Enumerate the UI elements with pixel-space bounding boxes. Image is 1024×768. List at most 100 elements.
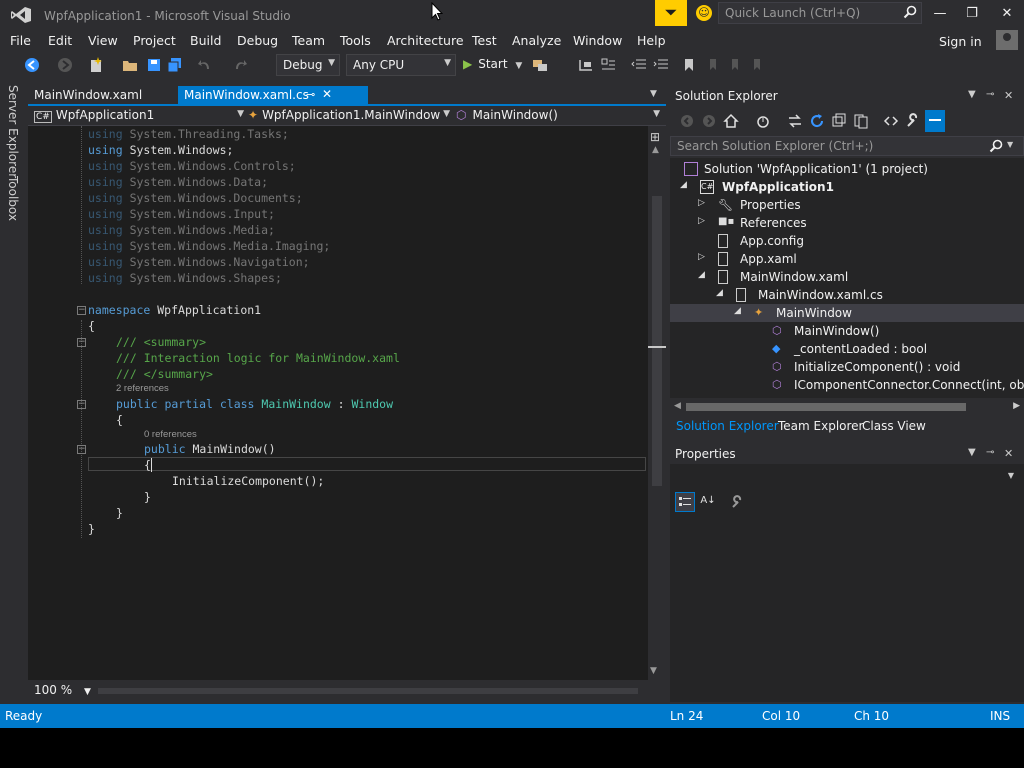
tab-mainwindow-xaml[interactable]: MainWindow.xaml [28, 86, 148, 106]
close-panel-icon[interactable]: ✕ [1004, 89, 1013, 102]
menu-team[interactable]: Team [292, 33, 325, 48]
class-codelens-references[interactable]: 2 references [116, 383, 169, 395]
new-project-icon[interactable] [88, 57, 104, 73]
alphabetical-sort-icon[interactable]: A↓ [698, 492, 718, 512]
menu-window[interactable]: Window [573, 33, 622, 48]
scrollbar-thumb[interactable] [686, 403, 966, 411]
pin-panel-icon[interactable]: ⊸ [986, 89, 994, 100]
tree-item-project[interactable]: ◢ C# WpfApplication1 [670, 178, 1024, 196]
collapse-comment-toggle[interactable]: − [77, 338, 86, 347]
expander-icon[interactable]: ◢ [734, 306, 741, 316]
code-editor[interactable]: using System.Threading.Tasks; using Syst… [28, 126, 648, 680]
navigate-forward-icon[interactable] [57, 57, 73, 73]
tab-list-dropdown-icon[interactable]: ▼ [650, 89, 657, 99]
comment-out-icon[interactable] [600, 57, 616, 73]
member-dropdown[interactable]: ⬡ MainWindow() ▼ [456, 108, 660, 125]
split-editor-icon[interactable]: ⊞ [650, 130, 660, 144]
tab-solution-explorer[interactable]: Solution Explorer [676, 419, 779, 433]
toolbox-tab[interactable]: Toolbox [6, 176, 20, 221]
browser-link-icon[interactable] [532, 57, 548, 73]
tab-team-explorer[interactable]: Team Explorer [778, 419, 864, 433]
properties-wrench-icon[interactable] [904, 112, 922, 130]
collapse-class-toggle[interactable]: − [77, 400, 86, 409]
menu-test[interactable]: Test [472, 33, 497, 48]
tab-class-view[interactable]: Class View [862, 419, 926, 433]
project-dropdown[interactable]: C# WpfApplication1 ▼ [34, 108, 244, 125]
window-position-dropdown-icon[interactable]: ▼ [968, 89, 976, 100]
step-over-icon[interactable] [578, 57, 594, 73]
search-options-dropdown-icon[interactable]: ▼ [1007, 140, 1013, 149]
sign-in-link[interactable]: Sign in [939, 34, 982, 49]
previous-bookmark-icon[interactable] [705, 57, 721, 73]
solution-platform-dropdown[interactable]: Any CPU ▼ [346, 54, 456, 76]
menu-help[interactable]: Help [637, 33, 666, 48]
bookmark-icon[interactable] [681, 57, 697, 73]
menu-edit[interactable]: Edit [48, 33, 72, 48]
scroll-up-arrow-icon[interactable]: ▲ [652, 145, 659, 155]
tree-item-constructor[interactable]: ⬡ MainWindow() [670, 322, 1024, 340]
expander-icon[interactable]: ▷ [698, 198, 705, 208]
collapse-all-icon[interactable] [830, 112, 848, 130]
properties-object-dropdown[interactable]: ▼ [670, 466, 1020, 486]
scroll-right-arrow-icon[interactable]: ▶ [1013, 401, 1020, 411]
sync-with-active-document-icon[interactable] [786, 112, 804, 130]
tree-item-mainwindow-xaml[interactable]: ◢ MainWindow.xaml [670, 268, 1024, 286]
home-icon[interactable] [722, 112, 740, 130]
restore-button[interactable]: ❐ [957, 4, 987, 24]
tree-item-app-config[interactable]: App.config [670, 232, 1024, 250]
view-code-icon[interactable] [882, 112, 900, 130]
close-window-button[interactable]: ✕ [992, 4, 1022, 24]
tree-item-method[interactable]: ⬡ InitializeComponent() : void [670, 358, 1024, 376]
editor-horizontal-scrollbar[interactable] [98, 688, 638, 694]
scroll-down-arrow-icon[interactable]: ▼ [650, 666, 657, 676]
expander-icon[interactable]: ▷ [698, 216, 705, 226]
back-icon[interactable] [678, 112, 696, 130]
menu-analyze[interactable]: Analyze [512, 33, 561, 48]
pin-panel-icon[interactable]: ⊸ [986, 447, 994, 458]
quick-launch-input[interactable]: Quick Launch (Ctrl+Q) [718, 2, 922, 24]
expander-icon[interactable]: ◢ [716, 288, 723, 298]
navigate-back-icon[interactable] [24, 57, 40, 73]
menu-file[interactable]: File [10, 33, 31, 48]
tree-item-mainwindow-xaml-cs[interactable]: ◢ MainWindow.xaml.cs [670, 286, 1024, 304]
scroll-left-arrow-icon[interactable]: ◀ [674, 401, 681, 411]
tree-item-properties[interactable]: ▷ 🔧︎ Properties [670, 196, 1024, 214]
tree-item-field[interactable]: ◆ _contentLoaded : bool [670, 340, 1024, 358]
zoom-level-dropdown[interactable]: 100 % ▼ [34, 683, 91, 697]
expander-icon[interactable]: ◢ [698, 270, 705, 280]
menu-project[interactable]: Project [133, 33, 176, 48]
server-explorer-tab[interactable]: Server Explorer [6, 85, 20, 178]
pin-tab-icon[interactable]: ⊸ [306, 88, 315, 101]
tab-mainwindow-xaml-cs[interactable]: MainWindow.xaml.cs ⊸ ✕ [178, 86, 368, 106]
forward-icon[interactable] [700, 112, 718, 130]
editor-vertical-scrollbar[interactable] [648, 126, 666, 680]
notifications-flag-icon[interactable]: ⏷ [655, 0, 687, 26]
save-all-icon[interactable] [167, 57, 183, 73]
menu-view[interactable]: View [88, 33, 118, 48]
pending-changes-filter-icon[interactable] [754, 112, 772, 130]
undo-icon[interactable] [197, 57, 213, 73]
menu-debug[interactable]: Debug [237, 33, 278, 48]
decrease-indent-icon[interactable] [631, 57, 647, 73]
menu-architecture[interactable]: Architecture [387, 33, 464, 48]
preview-selected-items-button[interactable] [925, 110, 945, 132]
constructor-codelens-references[interactable]: 0 references [144, 429, 197, 441]
refresh-icon[interactable] [808, 112, 826, 130]
next-bookmark-icon[interactable] [727, 57, 743, 73]
tree-item-app-xaml[interactable]: ▷ App.xaml [670, 250, 1024, 268]
close-panel-icon[interactable]: ✕ [1004, 447, 1013, 460]
minimize-button[interactable]: — [925, 4, 955, 24]
open-file-icon[interactable] [122, 57, 138, 73]
redo-icon[interactable] [232, 57, 248, 73]
menu-tools[interactable]: Tools [340, 33, 371, 48]
clear-bookmarks-icon[interactable] [749, 57, 765, 73]
show-all-files-icon[interactable] [852, 112, 870, 130]
tree-item-mainwindow-class[interactable]: ◢ ✦ MainWindow [670, 304, 1024, 322]
account-avatar-icon[interactable] [996, 30, 1018, 50]
start-debugging-button[interactable]: ▶ Start ▼ [463, 57, 522, 71]
tree-item-references[interactable]: ▷ ■▪ References [670, 214, 1024, 232]
close-tab-icon[interactable]: ✕ [322, 87, 332, 101]
categorized-view-button[interactable] [675, 492, 695, 512]
property-pages-button[interactable] [728, 492, 748, 512]
increase-indent-icon[interactable] [653, 57, 669, 73]
